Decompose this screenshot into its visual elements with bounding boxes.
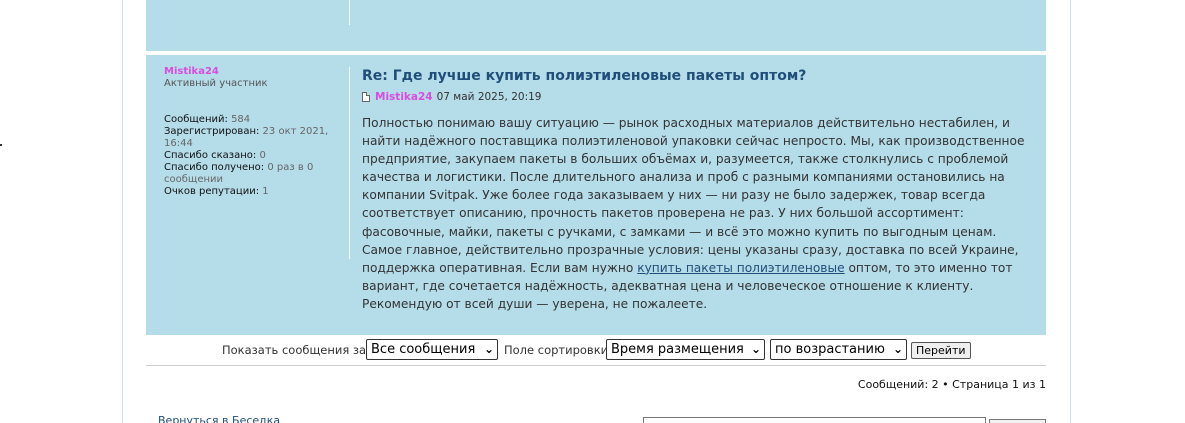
stat-label: Спасибо получено:: [164, 162, 265, 173]
show-posts-select[interactable]: Все сообщения ⌄: [366, 339, 498, 360]
stat-value: 584: [231, 114, 251, 125]
sort-field-select[interactable]: Время размещения ⌄: [606, 339, 765, 360]
profile-rank: Активный участник: [164, 78, 268, 89]
show-posts-label: Показать сообщения за:: [222, 343, 370, 357]
profile-stat-reputation: Очков репутации: 1: [164, 186, 344, 198]
post-content-text: Полностью понимаю вашу ситуацию — рынок …: [362, 116, 1025, 275]
chevron-down-icon: ⌄: [483, 342, 494, 356]
previous-post: [146, 0, 1046, 51]
profile-stat-thanks-received: Спасибо получено: 0 раз в 0 сообщении: [164, 162, 344, 186]
post-file-icon[interactable]: [362, 92, 370, 102]
chevron-down-icon: ⌄: [750, 342, 761, 356]
post-date: 07 май 2025, 20:19: [436, 91, 542, 103]
stat-label: Спасибо сказано:: [164, 150, 257, 161]
decorative-dot: [0, 144, 2, 146]
chevron-down-icon: ⌄: [892, 342, 903, 356]
sort-order-value: по возрастанию: [775, 342, 885, 357]
jump-go-button[interactable]: [989, 419, 1046, 423]
sort-field-label: Поле сортировки: [504, 343, 609, 357]
profile-stat-posts: Сообщений: 584: [164, 114, 344, 126]
profile-stat-registered: Зарегистрирован: 23 окт 2021, 16:44: [164, 126, 344, 150]
post-meta: Mistika24 07 май 2025, 20:19: [362, 90, 1030, 104]
stat-label: Сообщений:: [164, 114, 228, 125]
post-author-link[interactable]: Mistika24: [375, 90, 433, 104]
stat-value: 1: [262, 186, 269, 197]
post-divider: [349, 67, 350, 259]
show-posts-value: Все сообщения: [371, 342, 476, 357]
profile-author-link[interactable]: Mistika24: [164, 66, 344, 78]
post-profile: Mistika24 Активный участник Сообщений: 5…: [164, 66, 344, 198]
frame-border-left: [122, 0, 123, 423]
post-content: Полностью понимаю вашу ситуацию — рынок …: [362, 114, 1030, 313]
go-button[interactable]: Перейти: [911, 342, 971, 359]
sort-order-select[interactable]: по возрастанию ⌄: [770, 339, 907, 360]
post: Mistika24 Активный участник Сообщений: 5…: [146, 55, 1046, 335]
sort-bar: Показать сообщения за: Все сообщения ⌄ П…: [146, 336, 1046, 366]
sort-field-value: Время размещения: [611, 342, 744, 357]
jump-to-select[interactable]: [643, 417, 986, 423]
back-to-forum-link[interactable]: Вернуться в Беседка: [158, 414, 280, 423]
profile-stat-thanks-given: Спасибо сказано: 0: [164, 150, 344, 162]
stat-label: Зарегистрирован:: [164, 126, 260, 137]
post-title-link[interactable]: Re: Где лучше купить полиэтиленовые паке…: [362, 67, 1030, 85]
post-body: Re: Где лучше купить полиэтиленовые паке…: [362, 67, 1030, 313]
stat-value: 0: [259, 150, 266, 161]
stat-label: Очков репутации:: [164, 186, 260, 197]
post-content-link[interactable]: купить пакеты полиэтиленовые: [637, 261, 844, 275]
pagination-summary: Сообщений: 2 • Страница 1 из 1: [857, 378, 1046, 391]
post-divider: [349, 0, 350, 25]
frame-border-right: [1070, 0, 1071, 423]
